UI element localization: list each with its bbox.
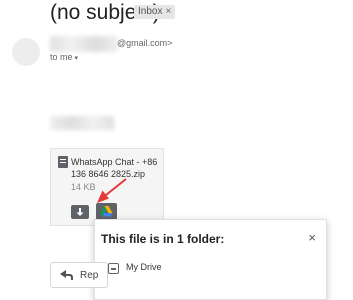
file-icon [58, 156, 68, 168]
drive-folder-popup: This file is in 1 folder: × My Drive [94, 219, 327, 300]
drive-folder-icon [108, 263, 119, 274]
popup-title: This file is in 1 folder: [101, 232, 225, 246]
inbox-label-text: Inbox [138, 6, 163, 17]
download-icon [76, 208, 84, 216]
download-button[interactable] [71, 205, 89, 219]
folder-label: My Drive [126, 262, 162, 272]
redacted-sender-name [50, 36, 118, 52]
sender-email: @gmail.com> [117, 38, 173, 48]
inbox-label-chip[interactable]: Inbox × [134, 5, 176, 19]
reply-icon [60, 270, 73, 280]
reply-button[interactable]: Rep [50, 262, 108, 288]
recipient-dropdown[interactable]: to me ▾ [50, 52, 78, 62]
recipient-label: to me [50, 52, 73, 62]
chevron-down-icon: ▾ [74, 55, 79, 62]
redacted-message-body [50, 116, 114, 130]
remove-label-icon[interactable]: × [165, 6, 171, 17]
reply-label: Rep [80, 270, 99, 281]
sender-avatar [12, 38, 40, 66]
annotation-arrow [97, 178, 127, 203]
close-icon[interactable]: × [308, 231, 316, 244]
